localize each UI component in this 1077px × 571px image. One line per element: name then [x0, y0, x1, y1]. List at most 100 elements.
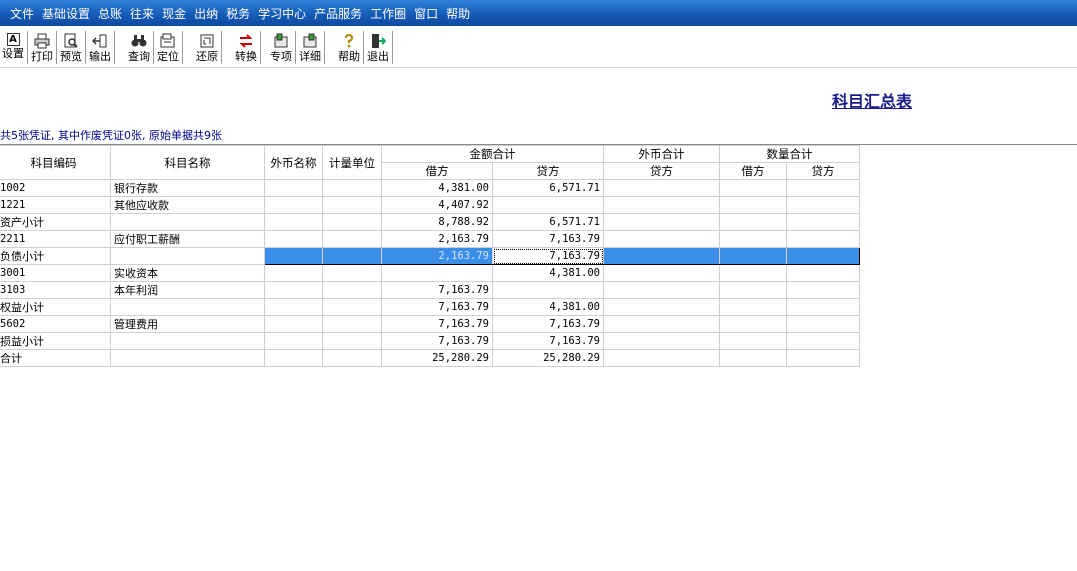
table-row[interactable]: 权益小计 7,163.79 4,381.00 [0, 298, 860, 316]
header-amount-debit[interactable]: 借方 [381, 162, 493, 180]
header-qty-credit[interactable]: 贷方 [786, 162, 860, 180]
cell-code[interactable]: 3001 [0, 264, 111, 282]
cell-qty-debit[interactable] [719, 332, 787, 350]
cell-qty-credit[interactable] [786, 315, 860, 333]
table-row-selected[interactable]: 负债小计 2,163.79 7,163.79 [0, 247, 860, 265]
cell-qty-credit[interactable] [786, 281, 860, 299]
menu-file[interactable]: 文件 [6, 5, 38, 22]
print-button[interactable]: 打印 [29, 30, 55, 64]
cell-qty-credit[interactable] [786, 298, 860, 316]
setup-button[interactable]: A 设置 [0, 30, 26, 64]
cell-credit[interactable]: 7,163.79 [492, 230, 604, 248]
cell-unit[interactable] [322, 179, 382, 197]
cell-credit-active[interactable]: 7,163.79 [492, 247, 604, 265]
cell-code[interactable]: 5602 [0, 315, 111, 333]
cell-fx-credit[interactable] [603, 298, 720, 316]
cell-currency[interactable] [264, 179, 323, 197]
cell-debit[interactable]: 25,280.29 [381, 349, 493, 367]
cell-code[interactable]: 2211 [0, 230, 111, 248]
cell-code[interactable]: 权益小计 [0, 298, 111, 316]
table-row[interactable]: 2211 应付职工薪酬 2,163.79 7,163.79 [0, 230, 860, 248]
cell-name[interactable] [110, 298, 265, 316]
detail-button[interactable]: 详细 [297, 30, 323, 64]
cell-code[interactable]: 合计 [0, 349, 111, 367]
menu-help[interactable]: 帮助 [442, 5, 474, 22]
cell-name[interactable]: 其他应收款 [110, 196, 265, 214]
menu-product-services[interactable]: 产品服务 [310, 5, 366, 22]
cell-fx-credit[interactable] [603, 281, 720, 299]
cell-credit[interactable]: 25,280.29 [492, 349, 604, 367]
header-qty-total[interactable]: 数量合计 [719, 145, 860, 163]
cell-code[interactable]: 1221 [0, 196, 111, 214]
menu-accounts[interactable]: 往来 [126, 5, 158, 22]
header-account-code[interactable]: 科目编码 [0, 145, 111, 180]
cell-qty-credit[interactable] [786, 196, 860, 214]
cell-name[interactable]: 实收资本 [110, 264, 265, 282]
cell-code[interactable]: 1002 [0, 179, 111, 197]
cell-unit[interactable] [322, 264, 382, 282]
restore-button[interactable]: 还原 [194, 30, 220, 64]
cell-qty-credit[interactable] [786, 179, 860, 197]
cell-qty-credit[interactable] [786, 213, 860, 231]
table-row[interactable]: 损益小计 7,163.79 7,163.79 [0, 332, 860, 350]
cell-name[interactable]: 应付职工薪酬 [110, 230, 265, 248]
cell-unit[interactable] [322, 196, 382, 214]
cell-code[interactable]: 损益小计 [0, 332, 111, 350]
cell-fx-credit[interactable] [603, 247, 720, 265]
menu-general-ledger[interactable]: 总账 [94, 5, 126, 22]
cell-qty-debit[interactable] [719, 264, 787, 282]
table-row[interactable]: 1221 其他应收款 4,407.92 [0, 196, 860, 214]
menu-cash[interactable]: 现金 [158, 5, 190, 22]
menu-window[interactable]: 窗口 [410, 5, 442, 22]
cell-debit[interactable]: 4,381.00 [381, 179, 493, 197]
cell-code[interactable]: 负债小计 [0, 247, 111, 265]
cell-debit[interactable]: 4,407.92 [381, 196, 493, 214]
cell-fx-credit[interactable] [603, 264, 720, 282]
cell-unit[interactable] [322, 230, 382, 248]
cell-debit[interactable]: 2,163.79 [381, 230, 493, 248]
cell-qty-debit[interactable] [719, 230, 787, 248]
header-qty-debit[interactable]: 借方 [719, 162, 787, 180]
table-row[interactable]: 资产小计 8,788.92 6,571.71 [0, 213, 860, 231]
cell-currency[interactable] [264, 298, 323, 316]
header-fx-total[interactable]: 外币合计 [603, 145, 720, 163]
cell-fx-credit[interactable] [603, 230, 720, 248]
cell-credit[interactable]: 6,571.71 [492, 179, 604, 197]
locate-button[interactable]: 定位 [155, 30, 181, 64]
table-row[interactable]: 3103 本年利润 7,163.79 [0, 281, 860, 299]
special-button[interactable]: 专项 [268, 30, 294, 64]
cell-currency[interactable] [264, 196, 323, 214]
cell-credit[interactable]: 7,163.79 [492, 332, 604, 350]
cell-currency[interactable] [264, 349, 323, 367]
cell-debit[interactable]: 7,163.79 [381, 298, 493, 316]
cell-fx-credit[interactable] [603, 315, 720, 333]
cell-qty-credit[interactable] [786, 264, 860, 282]
cell-qty-credit[interactable] [786, 230, 860, 248]
cell-credit[interactable]: 6,571.71 [492, 213, 604, 231]
cell-debit[interactable]: 7,163.79 [381, 281, 493, 299]
cell-debit[interactable] [381, 264, 493, 282]
menu-work-circle[interactable]: 工作圈 [366, 5, 410, 22]
cell-currency[interactable] [264, 332, 323, 350]
table-row-total[interactable]: 合计 25,280.29 25,280.29 [0, 349, 860, 367]
cell-name[interactable]: 本年利润 [110, 281, 265, 299]
cell-qty-credit[interactable] [786, 332, 860, 350]
cell-qty-debit[interactable] [719, 179, 787, 197]
cell-debit[interactable]: 8,788.92 [381, 213, 493, 231]
cell-fx-credit[interactable] [603, 196, 720, 214]
cell-fx-credit[interactable] [603, 213, 720, 231]
cell-credit[interactable] [492, 196, 604, 214]
header-fx-credit[interactable]: 贷方 [603, 162, 720, 180]
header-amount-total[interactable]: 金额合计 [381, 145, 604, 163]
cell-unit[interactable] [322, 247, 382, 265]
table-row[interactable]: 1002 银行存款 4,381.00 6,571.71 [0, 179, 860, 197]
query-button[interactable]: 查询 [126, 30, 152, 64]
cell-currency[interactable] [264, 315, 323, 333]
header-unit[interactable]: 计量单位 [322, 145, 382, 180]
cell-debit[interactable]: 2,163.79 [381, 247, 493, 265]
cell-code[interactable]: 3103 [0, 281, 111, 299]
cell-currency[interactable] [264, 247, 323, 265]
header-account-name[interactable]: 科目名称 [110, 145, 265, 180]
cell-fx-credit[interactable] [603, 179, 720, 197]
cell-unit[interactable] [322, 281, 382, 299]
